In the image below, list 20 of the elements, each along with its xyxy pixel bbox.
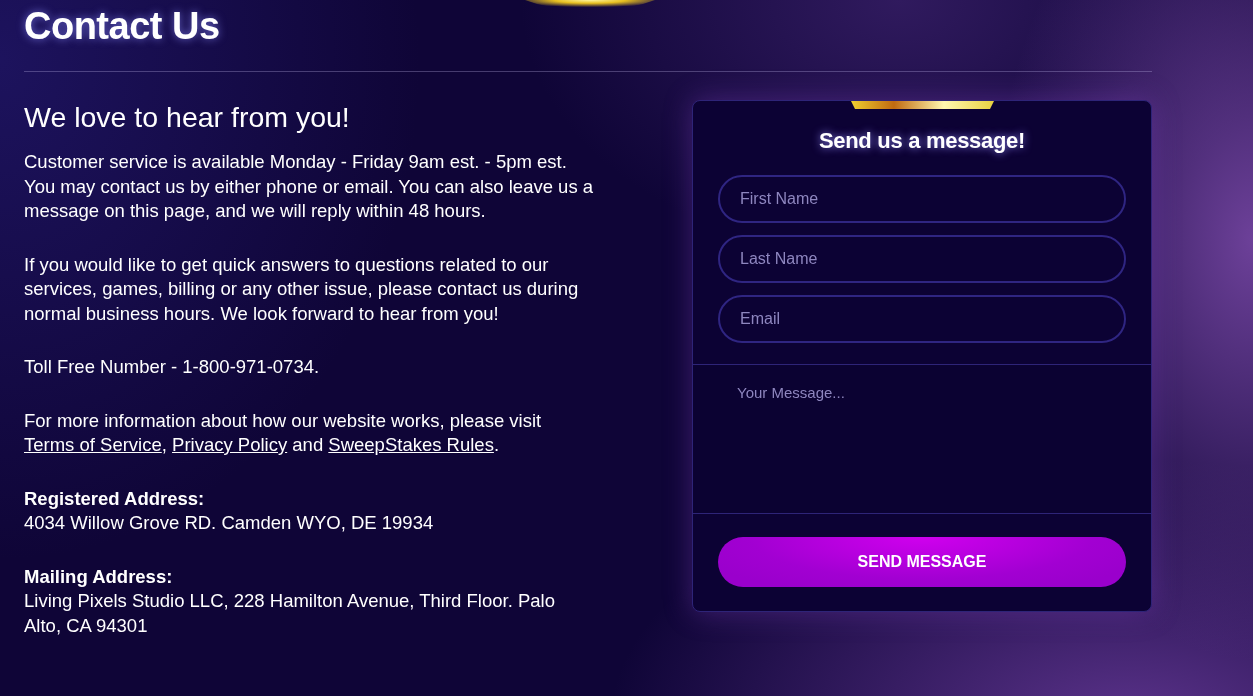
policy-link[interactable]: Privacy Policy: [172, 434, 288, 455]
message-field[interactable]: Your Message...: [692, 364, 1152, 514]
section-heading: We love to hear from you!: [24, 100, 350, 134]
paragraph: Customer service is available Monday - Friday 9am est. - 5pm est. You may contact us by either phone or email. You can also leave us a message on this page, and we will reply within 48 hours.: [24, 150, 595, 223]
page-title: Contact Us: [24, 4, 220, 49]
text-input-field[interactable]: First Name: [718, 175, 1126, 223]
policy-paragraph: For more information about how our website works, please visit Terms of Service, Privacy Policy and SweepStakes Rules.: [24, 408, 543, 457]
address-text: Living Pixels Studio LLC, 228 Hamilton Avenue, Third Floor. Palo Alto, CA 94301: [24, 589, 556, 638]
text-input-field[interactable]: Last Name: [718, 235, 1126, 283]
form-title: Send us a message!: [818, 127, 1026, 155]
trim-tab-icon: [850, 101, 994, 109]
policy-link[interactable]: Terms of Service: [24, 434, 162, 455]
paragraph: Toll Free Number - 1-800-971-0734.: [24, 355, 321, 379]
text-input-field[interactable]: Email: [718, 295, 1126, 343]
send-message-button[interactable]: SEND MESSAGE: [718, 537, 1126, 587]
address-label: Mailing Address:: [24, 564, 173, 589]
policy-link[interactable]: SweepStakes Rules: [328, 434, 494, 455]
address-label: Registered Address:: [24, 486, 205, 511]
address-text: 4034 Willow Grove RD. Camden WYO, DE 19934: [24, 511, 435, 535]
paragraph: If you would like to get quick answers to questions related to our services, games, billing or any other issue, please contact us during normal business hours. We look forward to hear from you!: [24, 252, 580, 326]
